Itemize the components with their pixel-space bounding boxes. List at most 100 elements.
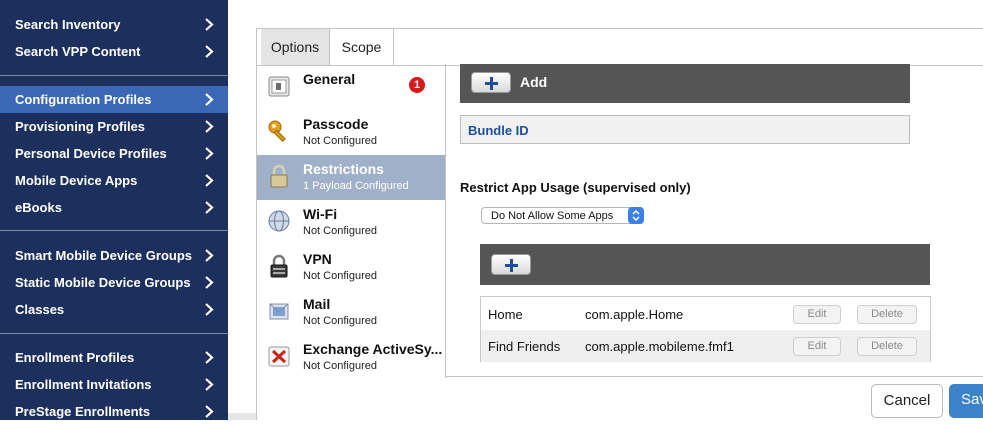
general-icon bbox=[267, 74, 291, 98]
chevron-right-icon bbox=[202, 38, 218, 65]
app-bundle-id: com.apple.Home bbox=[585, 307, 684, 322]
nav-item-label: Classes bbox=[15, 302, 65, 317]
nav-item-label: Enrollment Invitations bbox=[15, 377, 152, 392]
nav-divider bbox=[0, 230, 228, 231]
nav-item-static-mobile-device-groups[interactable]: Static Mobile Device Groups bbox=[0, 269, 228, 296]
nav-item-classes[interactable]: Classes bbox=[0, 296, 228, 323]
nav-item-mobile-device-apps[interactable]: Mobile Device Apps bbox=[0, 167, 228, 194]
nav-item-label: Mobile Device Apps bbox=[15, 173, 138, 188]
nav-item-ebooks[interactable]: eBooks bbox=[0, 194, 228, 221]
edit-button[interactable]: Edit bbox=[793, 305, 841, 324]
app-name: Find Friends bbox=[488, 339, 561, 354]
vpn-lock-icon bbox=[267, 254, 291, 278]
add-bundle-button[interactable] bbox=[471, 72, 511, 93]
select-value: Do Not Allow Some Apps bbox=[491, 210, 614, 222]
payload-subtitle: 1 Payload Configured bbox=[303, 180, 409, 192]
nav-item-label: Smart Mobile Device Groups bbox=[15, 248, 192, 263]
payload-subtitle: Not Configured bbox=[303, 225, 377, 237]
chevron-right-icon bbox=[202, 194, 218, 221]
nav-item-configuration-profiles[interactable]: Configuration Profiles bbox=[0, 86, 228, 113]
payload-subtitle: Not Configured bbox=[303, 270, 377, 282]
nav-item-search-inventory[interactable]: Search Inventory bbox=[0, 11, 228, 38]
nav-item-label: Enrollment Profiles bbox=[15, 350, 135, 365]
payload-item-vpn[interactable]: VPN Not Configured bbox=[257, 245, 445, 290]
chevron-right-icon bbox=[202, 86, 218, 113]
select-arrows-icon bbox=[628, 207, 644, 224]
chevron-right-icon bbox=[202, 269, 218, 296]
nav-item-enrollment-profiles[interactable]: Enrollment Profiles bbox=[0, 344, 228, 371]
payload-title: Mail bbox=[303, 296, 331, 312]
nav-group-search: Search Inventory Search VPP Content bbox=[0, 11, 228, 65]
nav-item-smart-mobile-device-groups[interactable]: Smart Mobile Device Groups bbox=[0, 242, 228, 269]
add-label: Add bbox=[520, 74, 548, 90]
edit-button[interactable]: Edit bbox=[793, 337, 841, 356]
chevron-right-icon bbox=[202, 371, 218, 398]
nav-item-label: eBooks bbox=[15, 200, 62, 215]
payload-title: General bbox=[303, 71, 356, 87]
chevron-right-icon bbox=[202, 398, 218, 425]
tab-bar: Options Scope bbox=[257, 29, 983, 66]
nav-group-groups: Smart Mobile Device Groups Static Mobile… bbox=[0, 242, 228, 323]
tab-scope[interactable]: Scope bbox=[330, 29, 394, 65]
nav-group-profiles: Configuration Profiles Provisioning Prof… bbox=[0, 86, 228, 221]
nav-item-enrollment-invitations[interactable]: Enrollment Invitations bbox=[0, 371, 228, 398]
payload-title: VPN bbox=[303, 251, 332, 267]
payload-list: General 1 Passcode Not Configured Restri… bbox=[257, 65, 446, 378]
table-row: Home com.apple.Home Edit Delete bbox=[481, 298, 930, 330]
nav-item-label: Personal Device Profiles bbox=[15, 146, 167, 161]
payload-title: Passcode bbox=[303, 116, 369, 132]
nav-item-label: Provisioning Profiles bbox=[15, 119, 146, 134]
payload-item-mail[interactable]: Mail Not Configured bbox=[257, 290, 445, 335]
chevron-right-icon bbox=[202, 113, 218, 140]
nav-item-personal-device-profiles[interactable]: Personal Device Profiles bbox=[0, 140, 228, 167]
delete-button[interactable]: Delete bbox=[857, 337, 917, 356]
chevron-right-icon bbox=[202, 296, 218, 323]
nav-item-prestage-enrollments[interactable]: PreStage Enrollments bbox=[0, 398, 228, 425]
bundle-id-label: Bundle ID bbox=[468, 123, 529, 138]
chevron-right-icon bbox=[202, 140, 218, 167]
payload-subtitle: Not Configured bbox=[303, 360, 377, 372]
payload-subtitle: Not Configured bbox=[303, 135, 377, 147]
payload-list-separator bbox=[445, 64, 446, 377]
payload-item-general[interactable]: General 1 bbox=[257, 65, 445, 110]
payload-item-wifi[interactable]: Wi-Fi Not Configured bbox=[257, 200, 445, 245]
restrict-app-usage-select[interactable]: Do Not Allow Some Apps bbox=[481, 207, 644, 224]
nav-divider bbox=[0, 333, 228, 334]
payload-item-exchange-activesync[interactable]: Exchange ActiveSy... Not Configured bbox=[257, 335, 445, 378]
delete-button[interactable]: Delete bbox=[857, 305, 917, 324]
nav-item-search-vpp-content[interactable]: Search VPP Content bbox=[0, 38, 228, 65]
payload-title: Exchange ActiveSy... bbox=[303, 341, 443, 357]
payload-subtitle: Not Configured bbox=[303, 315, 377, 327]
chevron-right-icon bbox=[202, 11, 218, 38]
chevron-right-icon bbox=[202, 344, 218, 371]
chevron-right-icon bbox=[202, 242, 218, 269]
app-list-bar bbox=[480, 244, 930, 285]
nav-item-label: Static Mobile Device Groups bbox=[15, 275, 191, 290]
nav-item-label: Search VPP Content bbox=[15, 44, 141, 59]
footer-divider bbox=[446, 376, 983, 377]
app-name: Home bbox=[488, 307, 523, 322]
mail-icon bbox=[267, 299, 291, 323]
payload-title: Wi-Fi bbox=[303, 206, 338, 222]
globe-icon bbox=[267, 209, 291, 233]
save-button[interactable]: Save bbox=[949, 384, 983, 418]
payload-title: Restrictions bbox=[303, 161, 384, 177]
restrict-app-usage-label: Restrict App Usage (supervised only) bbox=[460, 180, 691, 195]
payload-item-restrictions[interactable]: Restrictions 1 Payload Configured bbox=[257, 155, 445, 200]
cancel-button[interactable]: Cancel bbox=[871, 384, 943, 418]
key-icon bbox=[267, 119, 291, 143]
table-row: Find Friends com.apple.mobileme.fmf1 Edi… bbox=[481, 330, 930, 362]
chevron-right-icon bbox=[202, 167, 218, 194]
nav-item-label: Configuration Profiles bbox=[15, 92, 152, 107]
error-badge: 1 bbox=[409, 77, 425, 93]
left-navigation: Search Inventory Search VPP Content Conf… bbox=[0, 0, 228, 420]
nav-divider bbox=[0, 75, 228, 76]
add-app-button[interactable] bbox=[491, 254, 531, 275]
payload-item-passcode[interactable]: Passcode Not Configured bbox=[257, 110, 445, 155]
tab-options[interactable]: Options bbox=[261, 29, 330, 65]
nav-item-provisioning-profiles[interactable]: Provisioning Profiles bbox=[0, 113, 228, 140]
padlock-icon bbox=[267, 164, 291, 188]
nav-item-label: Search Inventory bbox=[15, 17, 121, 32]
exchange-icon bbox=[267, 344, 291, 368]
nav-item-label: PreStage Enrollments bbox=[15, 404, 151, 419]
